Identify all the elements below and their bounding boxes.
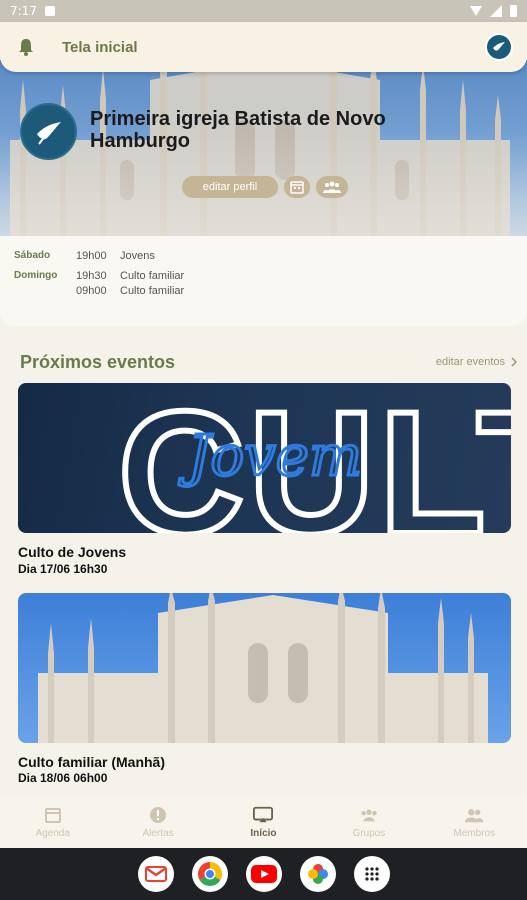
schedule-time: 19h00	[76, 250, 107, 262]
bell-icon	[19, 39, 33, 56]
groups-button[interactable]	[316, 176, 348, 198]
groups-icon	[323, 181, 341, 193]
gmail-icon[interactable]	[137, 856, 174, 892]
church-profile-card: Primeira igreja Batista de Novo Hamburgo…	[0, 60, 527, 326]
edit-profile-button[interactable]: editar perfil	[182, 176, 278, 198]
banner-jovem-text: Jovem	[178, 424, 362, 489]
event-title[interactable]: Culto de Jovens	[18, 544, 126, 560]
page-title: Tela inicial	[62, 38, 138, 56]
event-card-banner[interactable]: CULTO Jovem	[18, 383, 511, 533]
event-banner-graphic: CULTO Jovem	[115, 383, 511, 533]
dove-icon	[36, 121, 61, 145]
dove-icon	[493, 42, 505, 51]
signal-icon	[490, 5, 502, 17]
event-date: Dia 17/06 16h30	[18, 562, 108, 576]
schedule-event-name: Jovens	[120, 250, 155, 262]
youtube-icon[interactable]	[245, 856, 282, 892]
nav-item-alertas[interactable]: Alertas	[113, 806, 203, 839]
nav-label: Agenda	[35, 827, 70, 839]
calendar-icon	[43, 806, 63, 824]
schedule-event: 19h00 Jovens	[76, 250, 155, 262]
schedule-day: Domingo	[14, 270, 58, 281]
home-icon	[253, 806, 274, 824]
schedule-row: Sábado 19h00 Jovens	[14, 250, 184, 262]
events-section-title: Próximos eventos	[20, 352, 176, 372]
schedule-time: 09h00	[76, 285, 107, 297]
chevron-right-icon	[511, 357, 517, 367]
system-dock	[0, 848, 527, 900]
edit-events-link[interactable]: editar eventos	[436, 356, 517, 368]
event-card-banner[interactable]	[18, 593, 511, 743]
battery-icon	[510, 5, 517, 17]
schedule-event: 09h00 Culto familiar	[76, 285, 184, 297]
event-title[interactable]: Culto familiar (Manhã)	[18, 754, 165, 770]
church-logo	[20, 103, 77, 160]
profile-actions: editar perfil	[182, 176, 348, 198]
members-icon	[464, 806, 484, 824]
app-drawer-icon[interactable]	[353, 856, 390, 892]
event-date: Dia 18/06 06h00	[18, 771, 108, 785]
cathedral-illustration	[38, 593, 488, 743]
schedule-row: Domingo 19h30 Culto familiar 09h00 Culto…	[14, 270, 184, 297]
status-icons	[470, 5, 517, 17]
nav-label: Alertas	[142, 827, 174, 839]
nav-label: Início	[250, 827, 277, 839]
nav-item-membros[interactable]: Membros	[429, 806, 519, 839]
nav-label: Grupos	[352, 827, 386, 839]
service-schedule: Sábado 19h00 Jovens Domingo 19h30 Culto …	[14, 250, 184, 305]
nav-item-agenda[interactable]: Agenda	[8, 806, 98, 839]
nav-item-grupos[interactable]: Grupos	[324, 806, 414, 839]
calendar-icon	[290, 181, 304, 194]
status-time: 7:17	[10, 4, 37, 18]
edit-events-label: editar eventos	[435, 356, 505, 368]
church-name: Primeira igreja Batista de Novo Hamburgo	[90, 108, 386, 152]
groups-icon	[359, 806, 379, 824]
notifications-button[interactable]	[14, 35, 38, 59]
schedule-day: Sábado	[14, 250, 51, 261]
chrome-icon[interactable]	[191, 856, 228, 892]
nav-item-inicio[interactable]: Início	[218, 806, 308, 839]
schedule-event: 19h30 Culto familiar	[76, 270, 184, 282]
notification-icon	[44, 6, 55, 16]
schedule-time: 19h30	[76, 270, 107, 282]
bottom-navigation: Agenda Alertas Início Grupos Membros	[0, 796, 527, 848]
photos-icon[interactable]	[299, 856, 336, 892]
alert-icon	[148, 806, 168, 824]
top-app-bar: Tela inicial	[0, 22, 527, 72]
schedule-event-name: Culto familiar	[120, 285, 185, 297]
wifi-icon	[470, 6, 482, 16]
schedule-event-name: Culto familiar	[120, 270, 185, 282]
church-avatar-button[interactable]	[485, 33, 513, 61]
calendar-button[interactable]	[284, 176, 310, 198]
status-bar: 7:17	[0, 0, 527, 22]
nav-label: Membros	[453, 827, 496, 839]
